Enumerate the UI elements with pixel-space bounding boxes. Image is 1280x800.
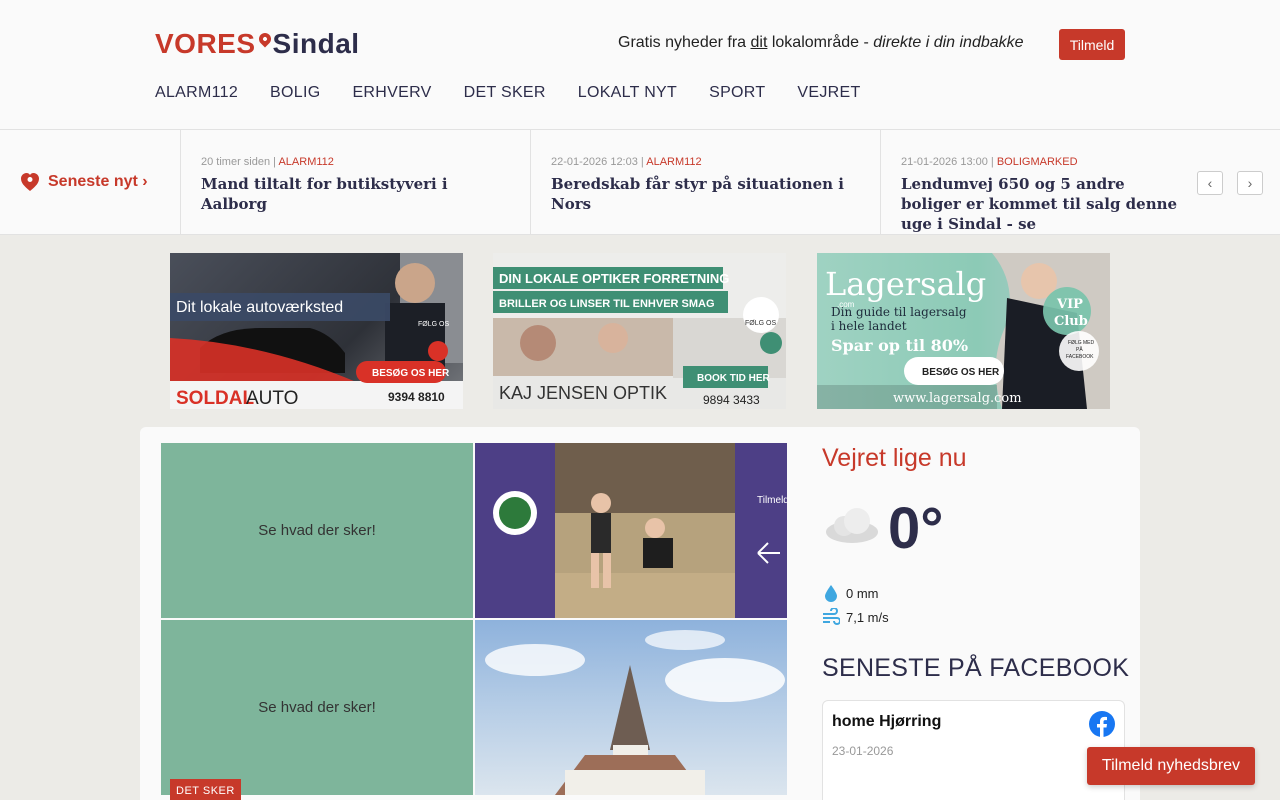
event-tile-label: Se hvad der sker! [258, 522, 376, 539]
logo-prefix: VORES [155, 28, 256, 59]
ad-soldal-artwork: Dit lokale autoværksted SOLDAL AUTO BESØ… [170, 253, 463, 409]
ticker-meta: 20 timer siden | ALARM112 [201, 156, 334, 168]
ad3-line3: Spar op til 80% [831, 336, 968, 355]
temperature: 0° [888, 496, 944, 561]
ad3-follow1: FØLG MED [1068, 340, 1095, 346]
facebook-post[interactable]: home Hjørring 23-01-2026 [822, 700, 1125, 800]
event-image-sports: Tilmeld prøvetim [493, 443, 787, 618]
weather-title: Vejret lige nu [822, 444, 967, 472]
ad3-follow2: PÅ [1076, 346, 1083, 353]
nav-item-lokalt-nyt[interactable]: LOKALT NYT [578, 84, 677, 102]
facebook-icon[interactable] [1089, 711, 1115, 737]
main-nav: ALARM112 BOLIG ERHVERV DET SKER LOKALT N… [155, 84, 861, 102]
nav-item-det-sker[interactable]: DET SKER [464, 84, 546, 102]
ticker-item[interactable]: 21-01-2026 13:00 | BOLIGMARKED Lendumvej… [881, 130, 1181, 234]
rain-row: 0 mm [822, 584, 879, 602]
ticker-meta: 22-01-2026 12:03 | ALARM112 [551, 156, 702, 168]
wind-row: 7,1 m/s [822, 608, 889, 626]
nav-item-alarm112[interactable]: ALARM112 [155, 84, 238, 102]
event-grid: Se hvad der sker! Tilmeld prøvetim Se hv… [161, 443, 787, 795]
ad-kaj-jensen-optik[interactable]: DIN LOKALE OPTIKER FORRETNING BRILLER OG… [493, 253, 786, 409]
ad2-line2: BRILLER OG LINSER TIL ENHVER SMAG [499, 298, 715, 310]
ad-lagersalg-artwork: Lagersalg .com Din guide til lagersalg i… [817, 253, 1110, 409]
facebook-title: SENESTE PÅ FACEBOOK [822, 654, 1130, 682]
nav-item-vejret[interactable]: VEJRET [797, 84, 860, 102]
wind-value: 7,1 m/s [846, 609, 889, 625]
wind-icon [823, 608, 840, 625]
tagline-dit: dit [750, 34, 768, 51]
facebook-post-date: 23-01-2026 [832, 744, 894, 758]
event-tile-side-text: Tilmeld prøvetim [757, 495, 787, 506]
ticker-title-text: Lendumvej 650 og 5 andre boliger er komm… [901, 175, 1178, 233]
ad3-cta: BESØG OS HER [922, 367, 1000, 378]
site-logo[interactable]: VORES Sindal [155, 28, 360, 60]
event-tile[interactable]: Tilmeld prøvetim [475, 443, 787, 618]
category-badge[interactable]: DET SKER [170, 779, 241, 800]
latest-news-link[interactable]: Seneste nyt › [0, 130, 181, 234]
ad2-phone: 9894 3433 [703, 393, 760, 407]
newsletter-signup-button[interactable]: Tilmeld nyhedsbrev [1087, 747, 1255, 785]
event-tile-label: Se hvad der sker! [258, 699, 376, 716]
facebook-page-name[interactable]: home Hjørring [832, 713, 941, 731]
ad3-url: www.lagersalg.com [893, 391, 1022, 406]
ad3-vip1: VIP [1056, 297, 1083, 312]
nav-item-bolig[interactable]: BOLIG [270, 84, 320, 102]
ad1-brand2: AUTO [246, 388, 298, 409]
ad2-follow: FØLG OS [745, 320, 776, 327]
event-tile[interactable]: Se hvad der sker! [161, 443, 473, 618]
ticker-category[interactable]: ALARM112 [646, 156, 701, 168]
site-header: VORES Sindal Gratis nyheder fra dit loka… [0, 0, 1280, 130]
ad3-line2: i hele landet [831, 319, 907, 333]
rain-value: 0 mm [846, 585, 879, 601]
ticker-prev-button[interactable]: ‹ [1197, 171, 1223, 195]
location-pin-icon [256, 30, 274, 48]
heart-pin-icon [21, 173, 39, 191]
ad2-cta: BOOK TID HER [697, 373, 771, 384]
ticker-time: 21-01-2026 13:00 [901, 156, 988, 168]
ticker-meta: 21-01-2026 13:00 | BOLIGMARKED [901, 156, 1078, 168]
ticker-title[interactable]: Beredskab får styr på situationen i Nors [551, 174, 860, 214]
ticker-title[interactable]: Lendumvej 650 og 5 andre boliger er komm… [901, 174, 1181, 234]
ad1-phone: 9394 8810 [388, 390, 445, 404]
ad2-brand: KAJ JENSEN OPTIK [499, 383, 667, 403]
event-tile[interactable]: Se hvad der sker! [161, 620, 473, 795]
tagline-mid: lokalområde - [767, 34, 874, 51]
nav-item-sport[interactable]: SPORT [709, 84, 765, 102]
tagline-emphasis: direkte i din indbakke [873, 34, 1024, 51]
tagline: Gratis nyheder fra dit lokalområde - dir… [618, 34, 1024, 52]
ad-lagersalg[interactable]: Lagersalg .com Din guide til lagersalg i… [817, 253, 1110, 409]
event-image-church [485, 630, 785, 795]
subscribe-button[interactable]: Tilmeld [1059, 29, 1125, 60]
raindrop-icon [825, 585, 837, 602]
ad3-vip2: Club [1054, 314, 1088, 329]
ad3-line1: Din guide til lagersalg [831, 305, 967, 319]
ad3-brand: Lagersalg [825, 265, 986, 303]
nav-item-erhverv[interactable]: ERHVERV [352, 84, 431, 102]
ad1-cta: BESØG OS HER [372, 368, 450, 379]
ticker-item[interactable]: 20 timer siden | ALARM112 Mand tiltalt f… [181, 130, 531, 234]
ticker-category[interactable]: ALARM112 [278, 156, 333, 168]
cloud-icon [826, 508, 878, 543]
ticker-title[interactable]: Mand tiltalt for butikstyveri i Aalborg [201, 174, 510, 214]
latest-news-label: Seneste nyt › [48, 173, 148, 190]
ad3-follow3: FACEBOOK [1066, 354, 1094, 360]
ticker-item[interactable]: 22-01-2026 12:03 | ALARM112 Beredskab få… [531, 130, 881, 234]
event-tile[interactable] [475, 620, 787, 795]
ad2-line1: DIN LOKALE OPTIKER FORRETNING [499, 271, 729, 286]
ad1-headline: Dit lokale autoværksted [176, 299, 343, 316]
ad-soldal-auto[interactable]: Dit lokale autoværksted SOLDAL AUTO BESØ… [170, 253, 463, 409]
ad1-follow: FØLG OS [418, 321, 449, 328]
tagline-start: Gratis nyheder fra [618, 34, 751, 51]
ad1-brand: SOLDAL [176, 388, 255, 409]
news-ticker: Seneste nyt › 20 timer siden | ALARM112 … [0, 130, 1280, 235]
ticker-next-button[interactable]: › [1237, 171, 1263, 195]
ad-optik-artwork: DIN LOKALE OPTIKER FORRETNING BRILLER OG… [493, 253, 786, 407]
ticker-category[interactable]: BOLIGMARKED [997, 156, 1078, 168]
ticker-time: 22-01-2026 12:03 [551, 156, 638, 168]
logo-town: Sindal [272, 28, 360, 59]
ticker-time: 20 timer siden [201, 156, 271, 168]
